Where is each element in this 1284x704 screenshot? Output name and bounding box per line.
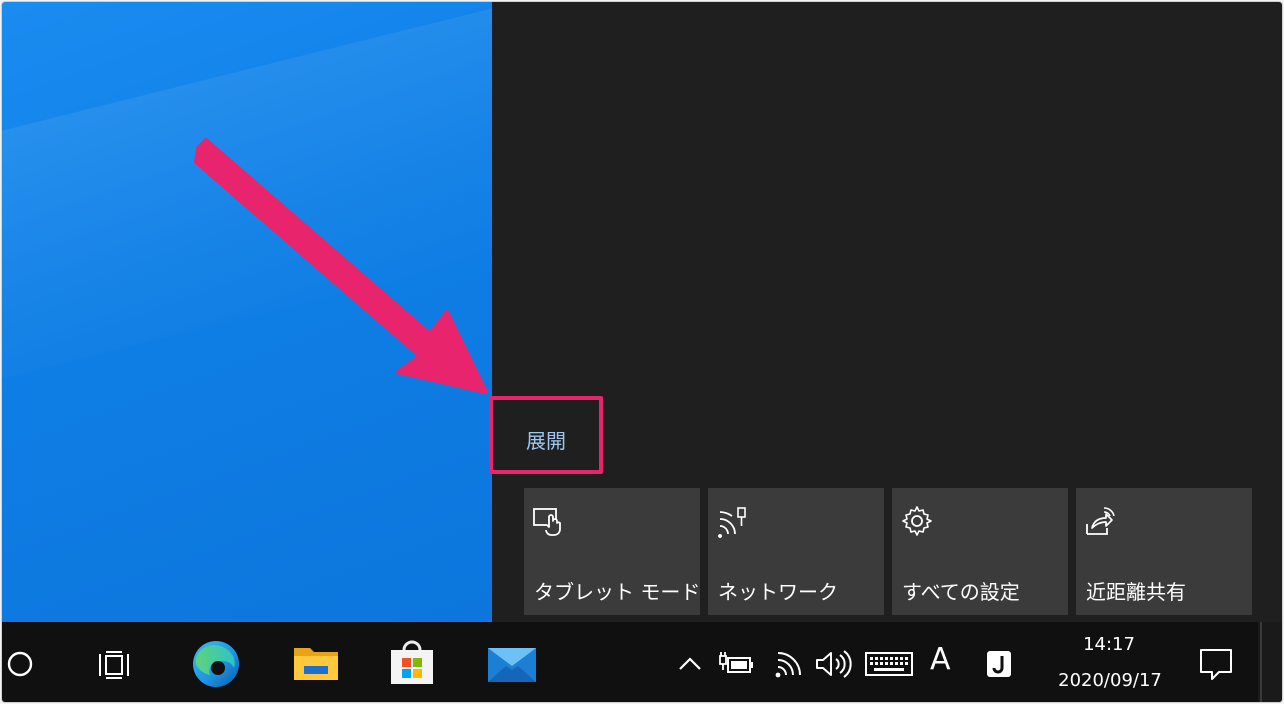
tile-tablet-mode[interactable]: タブレット モード	[524, 488, 700, 615]
notification-center-icon[interactable]	[1198, 646, 1234, 682]
wifi-icon[interactable]	[772, 648, 806, 680]
network-icon	[718, 507, 746, 538]
battery-charging-icon	[719, 652, 753, 673]
clock-time[interactable]: 14:17	[1064, 634, 1154, 655]
expand-link[interactable]: 展開	[526, 425, 566, 454]
tile-label: タブレット モード	[534, 580, 701, 604]
microsoft-store-icon[interactable]	[388, 638, 436, 688]
ime-j-icon[interactable]	[982, 648, 1016, 680]
tile-label: 近距離共有	[1086, 580, 1186, 604]
gear-icon	[902, 506, 932, 536]
show-desktop-divider	[1260, 622, 1262, 702]
action-center-panel: 展開 タブレット モード ネットワーク すべての設定 近距離共有	[489, 2, 1282, 622]
desktop-background	[2, 2, 492, 622]
chevron-up-icon[interactable]	[676, 650, 704, 678]
task-view-icon[interactable]	[96, 646, 134, 684]
desktop-light-ray	[2, 2, 492, 384]
taskbar: A 14:17 2020/09/17	[2, 622, 1282, 702]
file-explorer-icon[interactable]	[292, 640, 340, 686]
tablet-mode-icon	[533, 508, 561, 536]
clock-date[interactable]: 2020/09/17	[1042, 670, 1178, 691]
tile-label: ネットワーク	[718, 580, 838, 604]
quick-action-tiles: タブレット モード ネットワーク すべての設定 近距離共有	[524, 488, 1252, 615]
volume-icon[interactable]	[814, 648, 852, 680]
ime-mode-indicator[interactable]: A	[930, 642, 951, 677]
edge-browser-icon[interactable]	[190, 638, 242, 690]
nearby-share-icon	[1086, 507, 1115, 535]
touch-keyboard-icon[interactable]	[864, 648, 914, 680]
tile-all-settings[interactable]: すべての設定	[892, 488, 1068, 615]
screenshot-frame: 展開 タブレット モード ネットワーク すべての設定 近距離共有 A 14:17…	[1, 1, 1283, 703]
show-desktop-button[interactable]	[1258, 622, 1282, 702]
tile-label: すべての設定	[902, 580, 1020, 604]
mail-icon[interactable]	[486, 642, 538, 686]
search-circle-icon[interactable]	[4, 648, 36, 680]
tile-nearby-share[interactable]: 近距離共有	[1076, 488, 1252, 615]
tile-network[interactable]: ネットワーク	[708, 488, 884, 615]
